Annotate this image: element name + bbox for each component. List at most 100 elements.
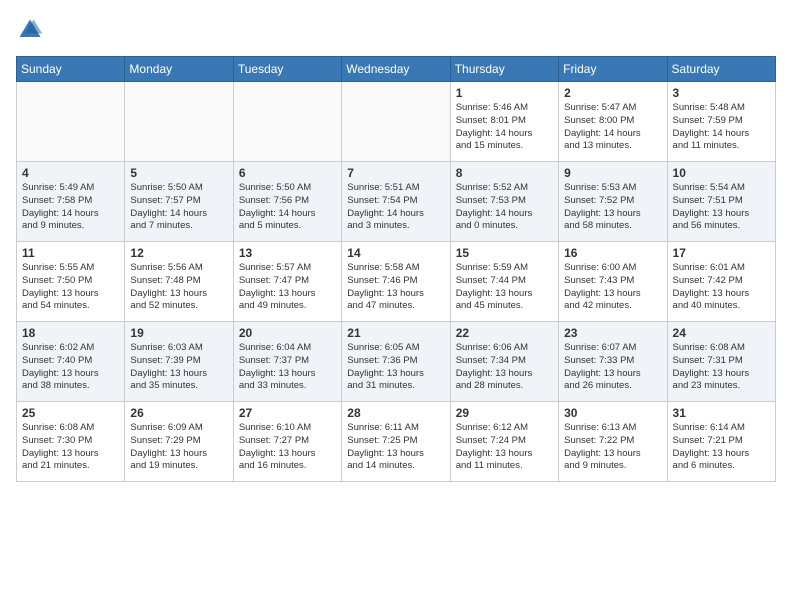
day-detail: Sunrise: 6:08 AM Sunset: 7:30 PM Dayligh…: [22, 422, 119, 473]
day-of-week-header: Thursday: [450, 57, 558, 82]
day-number: 13: [239, 246, 336, 260]
calendar-cell: 25 Sunrise: 6:08 AM Sunset: 7:30 PM Dayli…: [17, 402, 125, 482]
day-of-week-header: Tuesday: [233, 57, 341, 82]
day-detail: Sunrise: 6:11 AM Sunset: 7:25 PM Dayligh…: [347, 422, 444, 473]
logo: [16, 16, 48, 44]
calendar-week-row: 11 Sunrise: 5:55 AM Sunset: 7:50 PM Dayli…: [17, 242, 776, 322]
calendar-cell: 1Sunrise: 5:46 AM Sunset: 8:01 PM Daylig…: [450, 82, 558, 162]
day-number: 16: [564, 246, 661, 260]
day-detail: Sunrise: 6:00 AM Sunset: 7:43 PM Dayligh…: [564, 262, 661, 313]
day-detail: Sunrise: 6:09 AM Sunset: 7:29 PM Dayligh…: [130, 422, 227, 473]
calendar-cell: 7 Sunrise: 5:51 AM Sunset: 7:54 PM Daylig…: [342, 162, 450, 242]
day-detail: Sunrise: 5:58 AM Sunset: 7:46 PM Dayligh…: [347, 262, 444, 313]
day-detail: Sunrise: 6:07 AM Sunset: 7:33 PM Dayligh…: [564, 342, 661, 393]
day-number: 14: [347, 246, 444, 260]
day-number: 10: [673, 166, 770, 180]
day-detail: Sunrise: 5:51 AM Sunset: 7:54 PM Dayligh…: [347, 182, 444, 233]
day-of-week-header: Wednesday: [342, 57, 450, 82]
day-of-week-header: Friday: [559, 57, 667, 82]
day-number: 19: [130, 326, 227, 340]
calendar-cell: 4Sunrise: 5:49 AM Sunset: 7:58 PM Daylig…: [17, 162, 125, 242]
day-number: 2: [564, 86, 661, 100]
calendar-cell: 9 Sunrise: 5:53 AM Sunset: 7:52 PM Daylig…: [559, 162, 667, 242]
logo-icon: [16, 16, 44, 44]
calendar-cell: 11 Sunrise: 5:55 AM Sunset: 7:50 PM Dayli…: [17, 242, 125, 322]
day-number: 30: [564, 406, 661, 420]
calendar-cell: [17, 82, 125, 162]
day-detail: Sunrise: 6:10 AM Sunset: 7:27 PM Dayligh…: [239, 422, 336, 473]
calendar-cell: 23 Sunrise: 6:07 AM Sunset: 7:33 PM Dayli…: [559, 322, 667, 402]
day-detail: Sunrise: 6:08 AM Sunset: 7:31 PM Dayligh…: [673, 342, 770, 393]
calendar-cell: 31 Sunrise: 6:14 AM Sunset: 7:21 PM Dayli…: [667, 402, 775, 482]
day-detail: Sunrise: 5:56 AM Sunset: 7:48 PM Dayligh…: [130, 262, 227, 313]
day-detail: Sunrise: 5:57 AM Sunset: 7:47 PM Dayligh…: [239, 262, 336, 313]
calendar-week-row: 1Sunrise: 5:46 AM Sunset: 8:01 PM Daylig…: [17, 82, 776, 162]
calendar-cell: 3Sunrise: 5:48 AM Sunset: 7:59 PM Daylig…: [667, 82, 775, 162]
page-header: [16, 16, 776, 44]
calendar-cell: 5 Sunrise: 5:50 AM Sunset: 7:57 PM Daylig…: [125, 162, 233, 242]
day-detail: Sunrise: 6:14 AM Sunset: 7:21 PM Dayligh…: [673, 422, 770, 473]
day-detail: Sunrise: 6:02 AM Sunset: 7:40 PM Dayligh…: [22, 342, 119, 393]
calendar-cell: 13 Sunrise: 5:57 AM Sunset: 7:47 PM Dayli…: [233, 242, 341, 322]
day-detail: Sunrise: 5:55 AM Sunset: 7:50 PM Dayligh…: [22, 262, 119, 313]
day-number: 17: [673, 246, 770, 260]
day-number: 7: [347, 166, 444, 180]
calendar-cell: [233, 82, 341, 162]
calendar-cell: 29 Sunrise: 6:12 AM Sunset: 7:24 PM Dayli…: [450, 402, 558, 482]
day-number: 23: [564, 326, 661, 340]
day-number: 18: [22, 326, 119, 340]
calendar-cell: 27 Sunrise: 6:10 AM Sunset: 7:27 PM Dayli…: [233, 402, 341, 482]
day-number: 22: [456, 326, 553, 340]
day-detail: Sunrise: 5:53 AM Sunset: 7:52 PM Dayligh…: [564, 182, 661, 233]
day-number: 3: [673, 86, 770, 100]
calendar-cell: 30Sunrise: 6:13 AM Sunset: 7:22 PM Dayli…: [559, 402, 667, 482]
calendar-cell: 24Sunrise: 6:08 AM Sunset: 7:31 PM Dayli…: [667, 322, 775, 402]
day-of-week-header: Sunday: [17, 57, 125, 82]
day-number: 15: [456, 246, 553, 260]
day-number: 11: [22, 246, 119, 260]
calendar-cell: 21 Sunrise: 6:05 AM Sunset: 7:36 PM Dayli…: [342, 322, 450, 402]
calendar-cell: 20Sunrise: 6:04 AM Sunset: 7:37 PM Dayli…: [233, 322, 341, 402]
day-of-week-header: Monday: [125, 57, 233, 82]
day-number: 9: [564, 166, 661, 180]
calendar-cell: 28 Sunrise: 6:11 AM Sunset: 7:25 PM Dayli…: [342, 402, 450, 482]
day-detail: Sunrise: 5:50 AM Sunset: 7:57 PM Dayligh…: [130, 182, 227, 233]
calendar-cell: 16 Sunrise: 6:00 AM Sunset: 7:43 PM Dayli…: [559, 242, 667, 322]
day-number: 28: [347, 406, 444, 420]
calendar-cell: 19 Sunrise: 6:03 AM Sunset: 7:39 PM Dayli…: [125, 322, 233, 402]
day-detail: Sunrise: 5:50 AM Sunset: 7:56 PM Dayligh…: [239, 182, 336, 233]
calendar-cell: 18 Sunrise: 6:02 AM Sunset: 7:40 PM Dayli…: [17, 322, 125, 402]
calendar-cell: 2 Sunrise: 5:47 AM Sunset: 8:00 PM Daylig…: [559, 82, 667, 162]
calendar-cell: 15 Sunrise: 5:59 AM Sunset: 7:44 PM Dayli…: [450, 242, 558, 322]
day-number: 12: [130, 246, 227, 260]
day-number: 4: [22, 166, 119, 180]
calendar-week-row: 25 Sunrise: 6:08 AM Sunset: 7:30 PM Dayli…: [17, 402, 776, 482]
calendar-week-row: 4Sunrise: 5:49 AM Sunset: 7:58 PM Daylig…: [17, 162, 776, 242]
day-detail: Sunrise: 6:01 AM Sunset: 7:42 PM Dayligh…: [673, 262, 770, 313]
day-number: 5: [130, 166, 227, 180]
day-detail: Sunrise: 6:06 AM Sunset: 7:34 PM Dayligh…: [456, 342, 553, 393]
day-detail: Sunrise: 5:47 AM Sunset: 8:00 PM Dayligh…: [564, 102, 661, 153]
day-number: 21: [347, 326, 444, 340]
day-number: 6: [239, 166, 336, 180]
day-detail: Sunrise: 6:03 AM Sunset: 7:39 PM Dayligh…: [130, 342, 227, 393]
calendar-cell: 10 Sunrise: 5:54 AM Sunset: 7:51 PM Dayli…: [667, 162, 775, 242]
calendar-cell: 17 Sunrise: 6:01 AM Sunset: 7:42 PM Dayli…: [667, 242, 775, 322]
day-number: 29: [456, 406, 553, 420]
calendar-week-row: 18 Sunrise: 6:02 AM Sunset: 7:40 PM Dayli…: [17, 322, 776, 402]
calendar-cell: 6 Sunrise: 5:50 AM Sunset: 7:56 PM Daylig…: [233, 162, 341, 242]
day-detail: Sunrise: 5:54 AM Sunset: 7:51 PM Dayligh…: [673, 182, 770, 233]
day-detail: Sunrise: 5:59 AM Sunset: 7:44 PM Dayligh…: [456, 262, 553, 313]
calendar-cell: 12 Sunrise: 5:56 AM Sunset: 7:48 PM Dayli…: [125, 242, 233, 322]
calendar-table: SundayMondayTuesdayWednesdayThursdayFrid…: [16, 56, 776, 482]
day-number: 31: [673, 406, 770, 420]
day-number: 25: [22, 406, 119, 420]
calendar-header-row: SundayMondayTuesdayWednesdayThursdayFrid…: [17, 57, 776, 82]
day-number: 27: [239, 406, 336, 420]
day-detail: Sunrise: 6:05 AM Sunset: 7:36 PM Dayligh…: [347, 342, 444, 393]
calendar-cell: [125, 82, 233, 162]
calendar-cell: [342, 82, 450, 162]
calendar-cell: 14 Sunrise: 5:58 AM Sunset: 7:46 PM Dayli…: [342, 242, 450, 322]
day-detail: Sunrise: 6:12 AM Sunset: 7:24 PM Dayligh…: [456, 422, 553, 473]
day-of-week-header: Saturday: [667, 57, 775, 82]
